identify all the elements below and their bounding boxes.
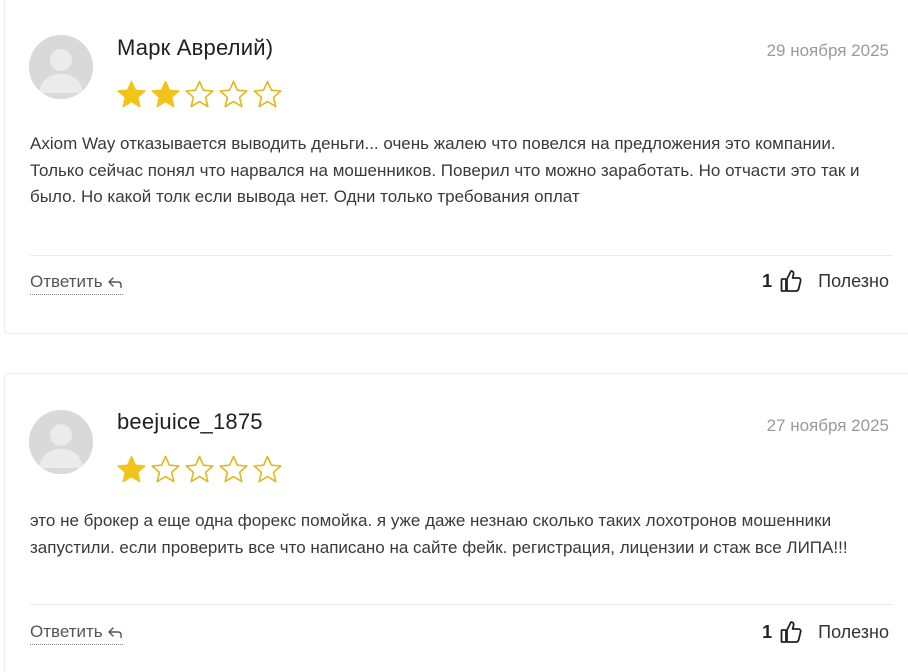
review-author[interactable]: Марк Аврелий): [117, 35, 273, 61]
review-date: 27 ноября 2025: [766, 416, 889, 435]
reply-arrow-icon[interactable]: [107, 276, 123, 288]
helpful-count: 1: [762, 270, 773, 291]
user-placeholder-icon: [29, 410, 93, 474]
star-empty-icon: [151, 455, 180, 483]
reply-button[interactable]: Ответить: [30, 272, 123, 295]
review-text: это не брокер а еще одна форекс помойка.…: [30, 511, 848, 557]
reply-button[interactable]: Ответить: [30, 622, 123, 645]
thumbs-up-icon[interactable]: [780, 620, 802, 644]
star-empty-icon: [219, 80, 248, 108]
reviews-feed: Марк Аврелий) 29 ноября 2025 Axiom Way о…: [0, 0, 908, 672]
reply-arrow-icon[interactable]: [107, 626, 123, 638]
star-rating: [115, 454, 284, 485]
review-card: Марк Аврелий) 29 ноября 2025 Axiom Way о…: [4, 0, 908, 334]
star-filled-icon: [151, 80, 180, 108]
helpful-button[interactable]: Полезно: [818, 622, 889, 643]
helpful-count: 1: [762, 621, 773, 642]
divider: [30, 604, 893, 605]
star-empty-icon: [253, 80, 282, 108]
reply-label[interactable]: Ответить: [30, 272, 103, 292]
helpful-group: 1 Полезно: [762, 269, 889, 293]
star-rating: [115, 79, 284, 110]
star-filled-icon: [117, 455, 146, 483]
star-empty-icon: [185, 455, 214, 483]
star-empty-icon: [253, 455, 282, 483]
star-empty-icon: [219, 455, 248, 483]
reply-label[interactable]: Ответить: [30, 622, 103, 642]
user-placeholder-icon: [29, 35, 93, 99]
review-author[interactable]: beejuice_1875: [117, 409, 263, 435]
review-date: 29 ноября 2025: [766, 41, 889, 60]
review-card: beejuice_1875 27 ноября 2025 это не брок…: [4, 373, 908, 672]
star-empty-icon: [185, 80, 214, 108]
star-filled-icon: [117, 80, 146, 108]
divider: [30, 255, 893, 256]
avatar: [29, 35, 93, 99]
helpful-button[interactable]: Полезно: [818, 271, 889, 292]
avatar: [29, 410, 93, 474]
helpful-group: 1 Полезно: [762, 620, 889, 644]
review-text: Axiom Way отказывается выводить деньги..…: [30, 134, 860, 206]
thumbs-up-icon[interactable]: [780, 269, 802, 293]
